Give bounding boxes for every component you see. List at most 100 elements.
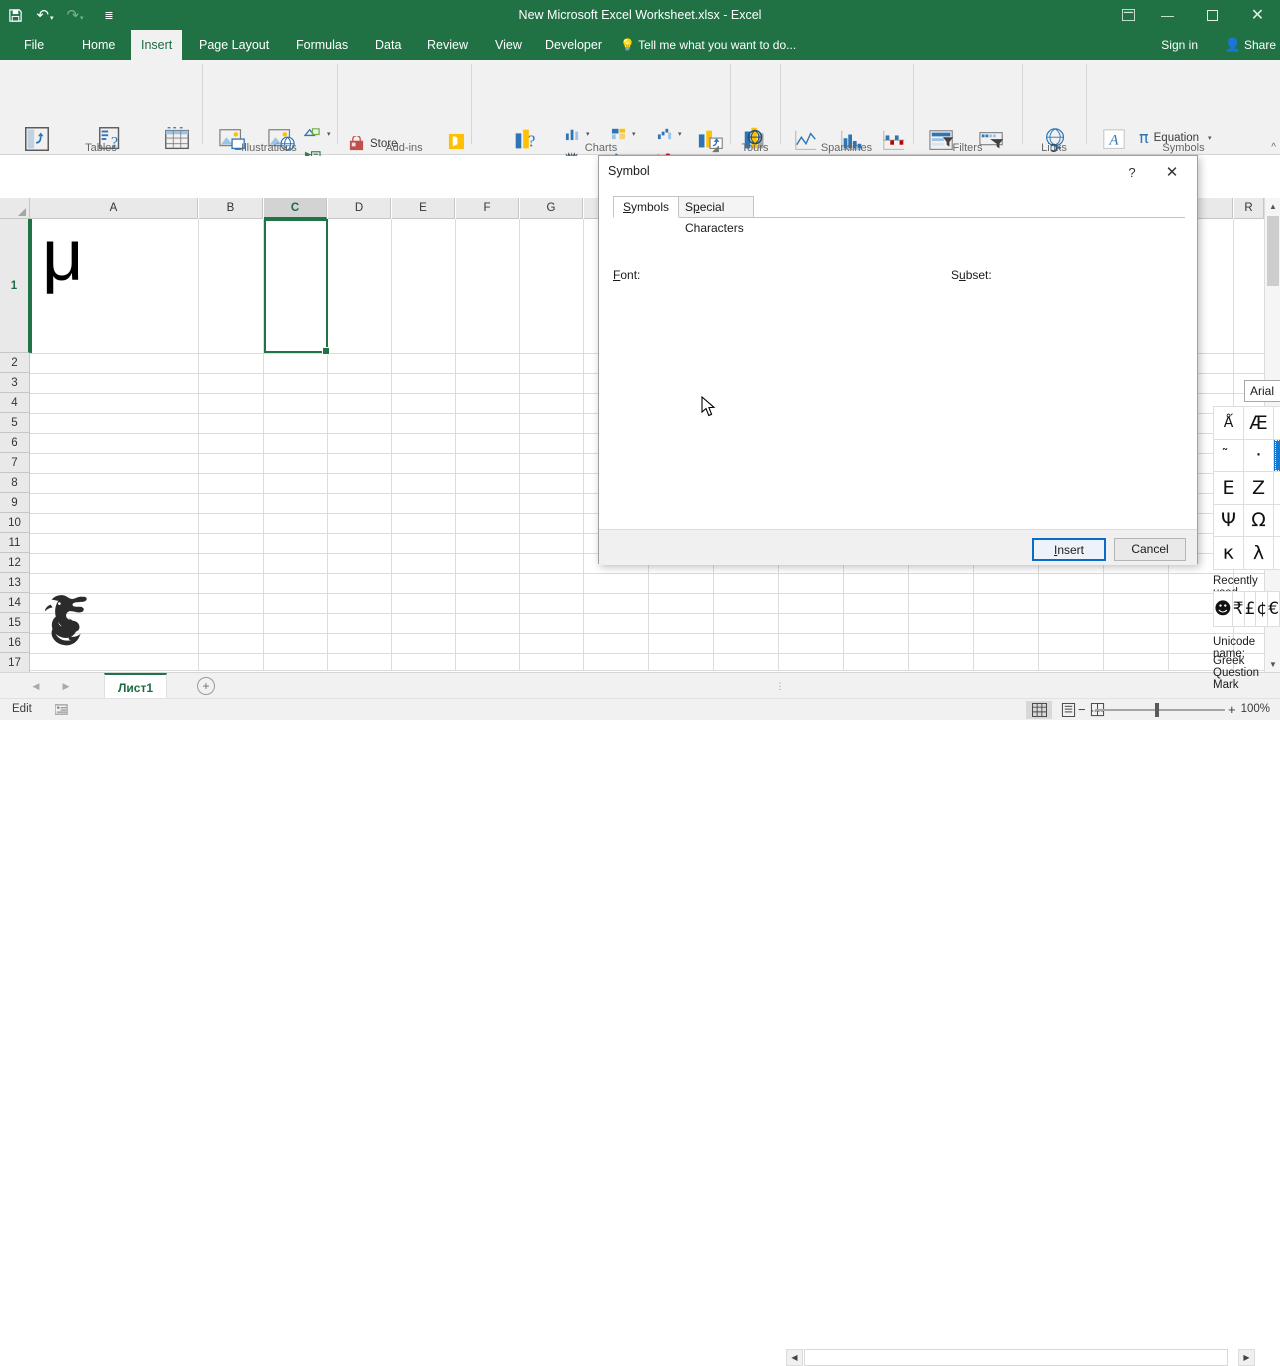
close-icon[interactable]: ✕ [1235,0,1280,30]
waterfall-chart-button[interactable]: ▾ [656,126,682,141]
symbol-cell[interactable]: æ [1274,407,1280,440]
tab-data[interactable]: Data [365,30,411,60]
tab-home[interactable]: Home [72,30,125,60]
symbol-cell[interactable]: Ϊ [1274,504,1280,537]
row-header-7[interactable]: 7 [0,453,30,473]
tab-file[interactable]: File [14,30,54,60]
new-sheet-button[interactable]: + [197,677,215,695]
symbol-cell[interactable]: Ǻ [1214,407,1244,440]
row-header-10[interactable]: 10 [0,513,30,533]
recent-symbol-cell[interactable]: ¢ [1256,592,1268,627]
tell-me-search[interactable]: 💡 Tell me what you want to do... [620,30,796,60]
symbol-cell[interactable]: κ [1214,537,1244,570]
recently-used-symbols-grid[interactable]: ☻ ₹ £ ¢ € – — — Ω № Δ ∂ ∫ ≤ ≥ ≠ θ [1213,591,1280,627]
column-chart-caret-icon[interactable]: ▾ [586,130,590,138]
zoom-slider-thumb[interactable] [1155,703,1159,717]
row-header-12[interactable]: 12 [0,553,30,573]
row-header-6[interactable]: 6 [0,433,30,453]
tab-developer[interactable]: Developer [535,30,612,60]
hierarchy-chart-caret-icon[interactable]: ▾ [632,130,636,138]
shapes-button[interactable]: ▾ [303,126,331,142]
row-header-1[interactable]: 1 [0,219,30,353]
customize-quick-access-toolbar-icon[interactable]: ≣ [94,0,124,30]
redo-icon[interactable]: ↷▾ [60,0,90,30]
column-header-C[interactable]: C [264,198,327,219]
symbol-cell[interactable]: μ [1274,537,1280,570]
tab-special-characters[interactable]: Special Characters [675,196,754,218]
symbol-cell[interactable]: λ [1244,537,1274,570]
row-header-14[interactable]: 14 [0,593,30,613]
cancel-button[interactable]: Cancel [1114,538,1186,561]
ribbon-display-options-icon[interactable] [1111,0,1145,30]
active-cell-C1[interactable] [264,219,328,353]
row-header-5[interactable]: 5 [0,413,30,433]
view-normal-button[interactable] [1026,701,1052,719]
dragon-clipart-image[interactable] [41,586,99,656]
share-button[interactable]: 👤 Share [1224,30,1276,60]
sheet-tab-split-grip[interactable]: ⋮ [770,678,790,694]
tab-symbols[interactable]: Symbols [613,196,679,218]
row-header-8[interactable]: 8 [0,473,30,493]
waterfall-chart-caret-icon[interactable]: ▾ [678,130,682,138]
column-header-R[interactable]: R [1234,198,1264,219]
column-header-F[interactable]: F [456,198,519,219]
row-header-4[interactable]: 4 [0,393,30,413]
row-header-13[interactable]: 13 [0,573,30,593]
equation-caret-icon[interactable]: ▾ [1208,134,1212,142]
zoom-level-label[interactable]: 100% [1241,703,1270,715]
symbol-cell[interactable]: Æ [1244,407,1274,440]
column-header-G[interactable]: G [520,198,583,219]
column-bar-chart-button[interactable]: ▾ [564,126,590,141]
row-header-17[interactable]: 17 [0,653,30,672]
symbol-cell[interactable]: Ω [1244,504,1274,537]
minimize-icon[interactable]: — [1145,0,1190,30]
recent-symbol-cell[interactable]: ☻ [1214,592,1233,627]
symbol-grid[interactable]: Ǻ Æ æ Ǿ ǿ ə ˆ ˇ ˉ ˘ ˙ ˚ ˛ ˜ ˝ ̀ ́ [1213,406,1280,571]
row-header-3[interactable]: 3 [0,373,30,393]
save-icon[interactable] [0,0,30,30]
row-header-15[interactable]: 15 [0,613,30,633]
scroll-right-icon[interactable]: ▶ [1238,1349,1255,1366]
insert-button[interactable]: Insert [1032,538,1106,561]
zoom-slider[interactable] [1095,709,1225,711]
symbol-cell[interactable]: Η [1274,472,1280,505]
column-header-B[interactable]: B [199,198,263,219]
column-header-D[interactable]: D [328,198,391,219]
scroll-down-icon[interactable]: ▼ [1265,656,1280,672]
next-sheet-icon[interactable]: ▶ [56,678,76,694]
accessibility-checker-icon[interactable] [55,703,68,719]
select-all-corner[interactable] [0,198,30,219]
sign-in-button[interactable]: Sign in [1161,30,1198,60]
vertical-scroll-thumb[interactable] [1267,216,1279,286]
shapes-caret-icon[interactable]: ▾ [327,130,331,138]
tab-page-layout[interactable]: Page Layout [189,30,279,60]
help-icon[interactable]: ? [1119,162,1145,182]
font-combo[interactable]: Arial ▾ [1244,380,1280,402]
cell-A1[interactable]: μ [42,220,83,292]
row-header-16[interactable]: 16 [0,633,30,653]
row-header-9[interactable]: 9 [0,493,30,513]
dialog-close-icon[interactable]: ✕ [1159,161,1185,183]
horizontal-scrollbar[interactable]: ◀ ▶ [786,1349,1264,1366]
tab-review[interactable]: Review [417,30,478,60]
symbol-cell[interactable]: Ε [1214,472,1244,505]
column-header-E[interactable]: E [392,198,455,219]
symbol-cell-selected[interactable]: ; [1274,439,1280,472]
tab-view[interactable]: View [485,30,532,60]
zoom-in-button[interactable]: + [1228,702,1236,717]
symbol-cell[interactable]: Ζ [1244,472,1274,505]
undo-icon[interactable]: ↶▾ [30,0,60,30]
sheet-tab-list1[interactable]: Лист1 [104,673,167,699]
previous-sheet-icon[interactable]: ◀ [26,678,46,694]
collapse-ribbon-icon[interactable]: ^ [1271,142,1276,153]
symbol-cell[interactable]: Ψ [1214,504,1244,537]
recent-symbol-cell[interactable]: ₹ [1232,592,1244,627]
scroll-up-icon[interactable]: ▲ [1265,198,1280,214]
row-header-2[interactable]: 2 [0,353,30,373]
symbol-cell[interactable]: · [1244,439,1274,472]
recent-symbol-cell[interactable]: € [1268,592,1280,627]
tab-formulas[interactable]: Formulas [286,30,358,60]
tab-insert[interactable]: Insert [131,30,182,60]
row-header-11[interactable]: 11 [0,533,30,553]
maximize-icon[interactable] [1190,0,1235,30]
